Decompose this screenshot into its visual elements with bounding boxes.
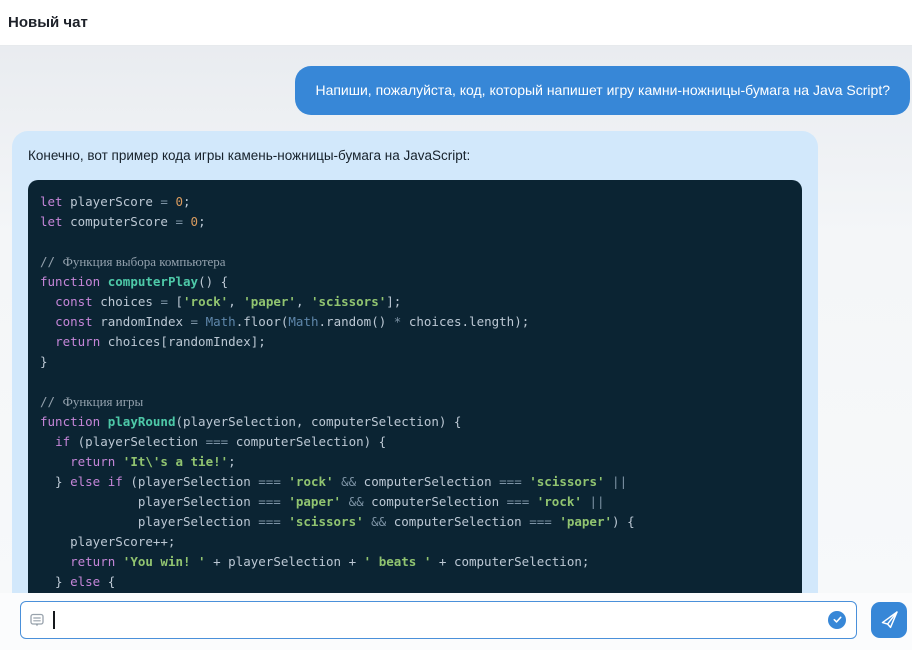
code-block: let playerScore = 0; let computerScore = … (28, 180, 802, 593)
code-line: } else if (playerSelection === 'rock' &&… (40, 474, 628, 489)
code-line: function computerPlay() { (40, 274, 229, 289)
text-cursor (53, 610, 55, 629)
code-line: playerSelection === 'paper' && computerS… (40, 494, 605, 509)
chat-scroll-area[interactable]: Напиши, пожалуйста, код, который напишет… (0, 46, 912, 593)
code-line: const randomIndex = Math.floor(Math.rand… (55, 314, 530, 329)
code-line: // Функция игры (40, 394, 144, 409)
code-line: let computerScore = 0; (40, 214, 206, 229)
message-input[interactable] (20, 600, 857, 639)
assistant-intro-text: Конечно, вот пример кода игры камень-нож… (28, 148, 471, 163)
send-icon (879, 609, 900, 630)
page-title: Новый чат (8, 14, 88, 31)
code-line: function playRound(playerSelection, comp… (40, 414, 462, 429)
user-message-bubble: Напиши, пожалуйста, код, который напишет… (295, 66, 910, 115)
code-line: return choices[randomIndex]; (55, 334, 266, 349)
code-line: playerScore++; (40, 534, 176, 549)
code-line: const choices = ['rock', 'paper', 'sciss… (55, 294, 402, 309)
assistant-message-row: Конечно, вот пример кода игры камень-нож… (12, 131, 912, 593)
code-line: return 'You win! ' + playerSelection + '… (70, 554, 590, 569)
code-line: let playerScore = 0; (40, 194, 191, 209)
user-message-row: Напиши, пожалуйста, код, который напишет… (0, 66, 910, 115)
message-icon (29, 612, 45, 628)
code-lines: let playerScore = 0; let computerScore = … (40, 192, 790, 592)
code-line: } (40, 354, 48, 369)
code-line: if (playerSelection === computerSelectio… (55, 434, 387, 449)
check-icon[interactable] (828, 610, 846, 629)
composer-bar (0, 593, 912, 650)
send-button[interactable] (871, 601, 907, 638)
code-line: } else { (40, 574, 116, 589)
code-line: playerSelection === 'scissors' && comput… (40, 514, 635, 529)
code-line: // Функция выбора компьютера (40, 254, 226, 269)
assistant-message-bubble: Конечно, вот пример кода игры камень-нож… (12, 131, 818, 593)
chat-header: Новый чат (0, 0, 912, 46)
code-line: return 'It\'s a tie!'; (70, 454, 236, 469)
